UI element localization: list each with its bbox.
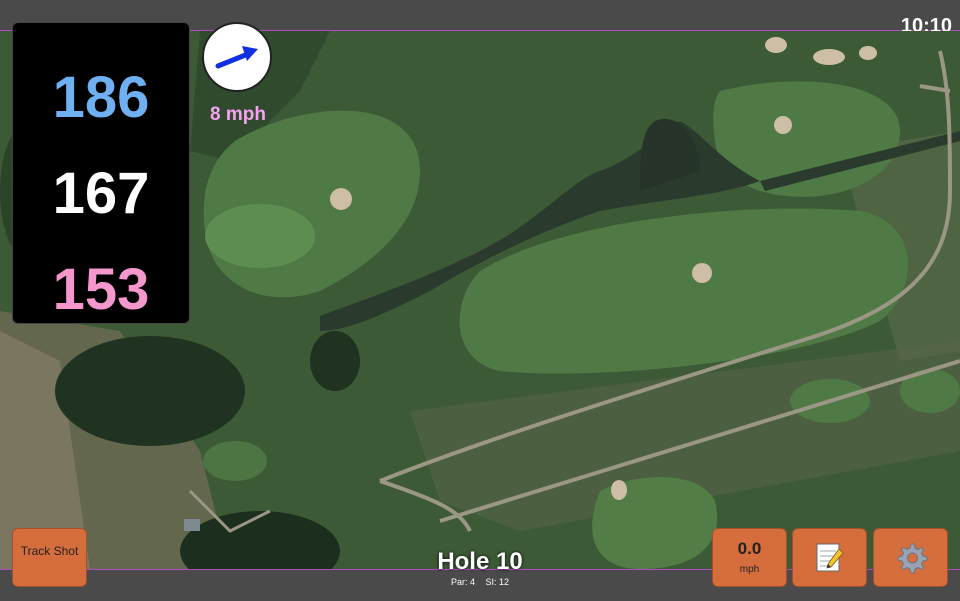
back-distance: 186 (52, 65, 150, 130)
speed-unit: mph (739, 564, 760, 575)
par-label: Par: 4 (450, 577, 475, 587)
distance-panel: 186 167 153 (12, 22, 190, 324)
speed-value: 0.0 (737, 539, 762, 558)
notes-button[interactable] (792, 528, 867, 587)
wind-speed-label: 8 mph (210, 104, 266, 125)
settings-button[interactable] (873, 528, 948, 587)
hole-details: Par: 4 SI: 12 (380, 577, 580, 587)
center-distance: 167 (52, 161, 150, 226)
stroke-index-label: SI: 12 (485, 577, 510, 587)
hole-title: Hole 10 (437, 548, 523, 575)
speed-button[interactable]: 0.0 mph (712, 528, 787, 587)
gear-icon (897, 543, 928, 574)
front-distance: 153 (52, 257, 150, 322)
track-shot-button[interactable]: Track Shot (12, 528, 87, 587)
notepad-icon (816, 543, 844, 572)
wind-direction-dial (202, 22, 272, 92)
track-shot-label: Track Shot (20, 544, 79, 558)
wind-arrow-icon (215, 46, 258, 69)
